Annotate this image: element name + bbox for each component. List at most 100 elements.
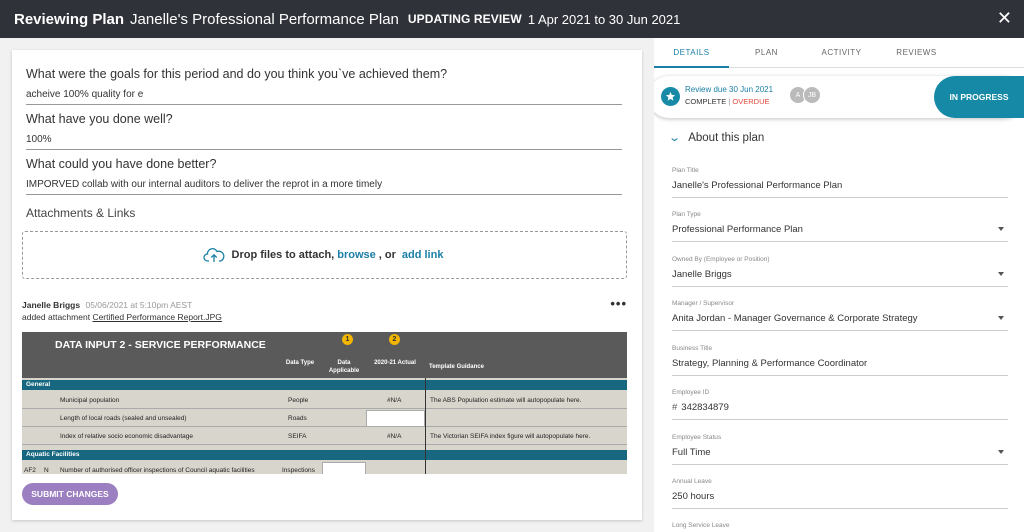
col-data-applicable: Data Applicable <box>328 360 360 374</box>
tab-details[interactable]: DETAILS <box>654 38 729 68</box>
field-employee-status: Employee Status Full Time <box>672 434 1008 465</box>
row-type: Inspections <box>282 467 315 474</box>
about-plan-toggle[interactable]: ⌄ About this plan <box>668 131 765 145</box>
dropdown-caret-icon <box>998 272 1004 276</box>
details-panel: DETAILS PLAN ACTIVITY REVIEWS Review due… <box>654 38 1024 532</box>
add-link-link[interactable]: add link <box>402 249 444 261</box>
dropdown-caret-icon <box>998 450 1004 454</box>
badge-2: 2 <box>389 334 400 345</box>
row-actual: #N/A <box>387 397 402 404</box>
field-value: Professional Performance Plan <box>672 224 803 235</box>
row-actual: #N/A <box>387 433 402 440</box>
cloud-upload-icon <box>202 248 224 262</box>
field-value: Janelle's Professional Performance Plan <box>672 180 843 191</box>
row-input-cell <box>366 410 425 427</box>
row-name: Index of relative socio economic disadva… <box>60 433 193 440</box>
field-long-service-leave: Long Service Leave <box>672 522 1008 529</box>
file-dropzone[interactable]: Drop files to attach, browse , or add li… <box>22 231 627 279</box>
row-guidance: The ABS Population estimate will autopop… <box>430 397 582 404</box>
field-label: Employee Status <box>672 434 722 441</box>
row-sub: N <box>44 467 49 474</box>
field-plan-title: Plan Title Janelle's Professional Perfor… <box>672 167 1008 198</box>
in-progress-button[interactable]: IN PROGRESS <box>934 76 1024 118</box>
mode-title: Reviewing Plan <box>14 10 125 28</box>
owned-by-select[interactable]: Janelle Briggs <box>672 269 1008 287</box>
sheet-section-general: General <box>22 380 627 390</box>
separator: | <box>728 97 731 106</box>
top-bar: Reviewing Plan Janelle's Professional Pe… <box>0 0 1024 38</box>
attachments-title: Attachments & Links <box>26 206 136 220</box>
activity-action: added attachment <box>22 312 91 322</box>
plan-title-input[interactable]: Janelle's Professional Performance Plan <box>672 180 1008 198</box>
answer-field[interactable]: IMPORVED collab with our internal audito… <box>26 179 622 195</box>
sheet-row: AF2 N Number of authorised officer inspe… <box>22 462 627 474</box>
tab-reviews[interactable]: REVIEWS <box>879 38 954 68</box>
attachment-preview-image[interactable]: DATA INPUT 2 - SERVICE PERFORMANCE 1 2 D… <box>22 332 627 474</box>
field-value: Strategy, Planning & Performance Coordin… <box>672 358 868 369</box>
avatar[interactable]: JB <box>803 86 821 104</box>
dropdown-caret-icon <box>998 316 1004 320</box>
employee-status-select[interactable]: Full Time <box>672 447 1008 465</box>
or-text: , or <box>378 249 396 261</box>
field-value: 342834879 <box>681 402 729 413</box>
submit-changes-button[interactable]: SUBMIT CHANGES <box>22 483 118 505</box>
activity-timestamp: 05/06/2021 at 5:10pm AEST <box>85 300 193 310</box>
manager-select[interactable]: Anita Jordan - Manager Governance & Corp… <box>672 313 1008 331</box>
more-options-icon[interactable]: ••• <box>610 296 627 311</box>
business-title-input[interactable]: Strategy, Planning & Performance Coordin… <box>672 358 1008 376</box>
review-progress-line: COMPLETE | OVERDUE <box>685 97 770 106</box>
complete-label: COMPLETE <box>685 97 727 106</box>
question-label: What could you have done better? <box>26 157 217 171</box>
question-done-well: What have you done well? 100% <box>26 112 622 150</box>
browse-link[interactable]: browse <box>337 249 376 261</box>
activity-action-line: added attachment Certified Performance R… <box>22 312 627 322</box>
activity-author: Janelle Briggs <box>22 300 81 310</box>
row-name: Length of local roads (sealed and unseal… <box>60 415 187 422</box>
field-label: Plan Title <box>672 167 699 174</box>
hash-icon: # <box>672 402 678 413</box>
row-type: Roads <box>288 415 307 422</box>
sheet-row: Index of relative socio economic disadva… <box>22 428 627 445</box>
question-label: What were the goals for this period and … <box>26 67 448 81</box>
row-code: AF2 <box>24 467 36 474</box>
field-label: Manager / Supervisor <box>672 300 735 307</box>
about-plan-label: About this plan <box>688 131 765 144</box>
field-owned-by: Owned By (Employee or Position) Janelle … <box>672 256 1008 287</box>
dropdown-caret-icon <box>998 227 1004 231</box>
row-input-cell <box>322 462 366 474</box>
activity-entry: Janelle Briggs 05/06/2021 at 5:10pm AEST… <box>22 296 627 322</box>
row-guidance: The Victorian SEIFA index figure will au… <box>430 433 591 440</box>
attachment-file-link[interactable]: Certified Performance Report.JPG <box>92 312 221 322</box>
field-annual-leave: Annual Leave 250 hours <box>672 478 1008 509</box>
review-due-date: Review due 30 Jun 2021 <box>685 85 774 94</box>
review-status: UPDATING REVIEW <box>407 12 522 26</box>
field-label: Business Title <box>672 345 713 352</box>
field-business-title: Business Title Strategy, Planning & Perf… <box>672 345 1008 376</box>
star-badge-icon <box>661 87 680 106</box>
row-type: People <box>288 397 309 404</box>
plan-dates: 1 Apr 2021 to 30 Jun 2021 <box>527 11 681 27</box>
tab-plan[interactable]: PLAN <box>729 38 804 68</box>
sheet-divider <box>425 378 426 474</box>
col-data-type: Data Type <box>285 360 315 366</box>
field-label: Long Service Leave <box>672 522 730 529</box>
review-status-bar: Review due 30 Jun 2021 COMPLETE | OVERDU… <box>654 76 1024 118</box>
row-name: Municipal population <box>60 397 120 404</box>
employee-id-input[interactable]: #342834879 <box>672 402 1008 420</box>
question-do-better: What could you have done better? IMPORVE… <box>26 157 622 195</box>
drop-text: Drop files to attach, <box>231 249 335 261</box>
field-value: Anita Jordan - Manager Governance & Corp… <box>672 313 918 324</box>
tab-activity[interactable]: ACTIVITY <box>804 38 879 68</box>
answer-field[interactable]: 100% <box>26 134 622 150</box>
field-label: Owned By (Employee or Position) <box>672 256 770 263</box>
annual-leave-input[interactable]: 250 hours <box>672 491 1008 509</box>
sheet-section-aquatic: Aquatic Facilities <box>22 450 627 460</box>
activity-author-line: Janelle Briggs 05/06/2021 at 5:10pm AEST <box>22 300 627 310</box>
field-value: 250 hours <box>672 491 715 502</box>
badge-1: 1 <box>342 334 353 345</box>
plan-type-select[interactable]: Professional Performance Plan <box>672 224 1008 242</box>
answer-field[interactable]: acheive 100% quality for e <box>26 89 622 105</box>
close-icon[interactable]: ✕ <box>997 9 1012 27</box>
sheet-row: Municipal population People #N/A The ABS… <box>22 392 627 409</box>
sheet-header: DATA INPUT 2 - SERVICE PERFORMANCE 1 2 D… <box>22 332 627 378</box>
